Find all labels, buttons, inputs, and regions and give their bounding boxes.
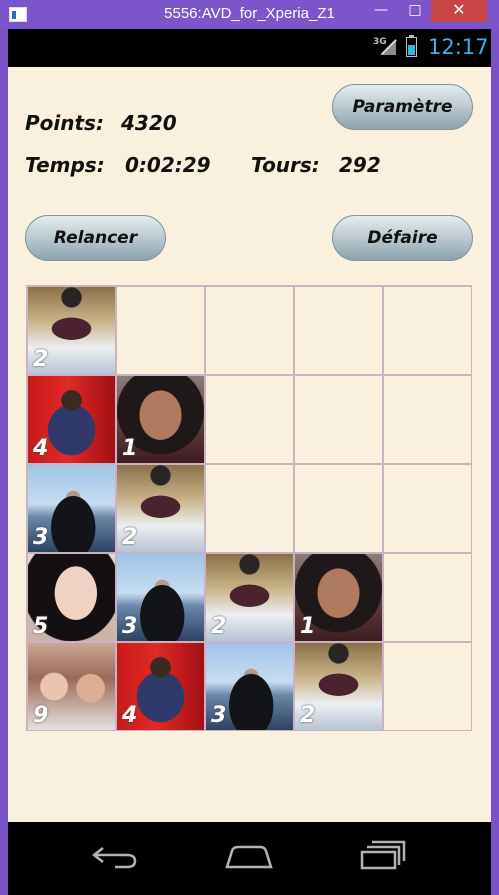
tile-value: 2 bbox=[211, 614, 227, 639]
board-tile[interactable]: 1 bbox=[295, 554, 382, 641]
board-tile[interactable]: 2 bbox=[117, 465, 204, 552]
board-cell-empty[interactable] bbox=[206, 287, 293, 374]
board-cell-empty[interactable] bbox=[295, 287, 382, 374]
board-cell-empty[interactable] bbox=[384, 465, 471, 552]
tile-value: 3 bbox=[33, 525, 49, 550]
tile-value: 2 bbox=[122, 525, 138, 550]
undo-button[interactable]: Défaire bbox=[332, 215, 473, 261]
tile-value: 3 bbox=[211, 703, 227, 728]
turns-label: Tours: bbox=[251, 153, 320, 177]
points-value: 4320 bbox=[121, 111, 177, 135]
turns-value: 292 bbox=[339, 153, 381, 177]
board-tile[interactable]: 1 bbox=[117, 376, 204, 463]
window-titlebar: 5556:AVD_for_Xperia_Z1 — □ ✕ bbox=[0, 0, 499, 29]
settings-button[interactable]: Paramètre bbox=[332, 84, 473, 130]
board-cell-empty[interactable] bbox=[295, 376, 382, 463]
tile-value: 1 bbox=[122, 436, 138, 461]
battery-icon bbox=[406, 35, 417, 57]
recents-icon[interactable] bbox=[360, 839, 408, 871]
board-tile[interactable]: 3 bbox=[117, 554, 204, 641]
board-cell-empty[interactable] bbox=[117, 287, 204, 374]
back-icon[interactable] bbox=[91, 842, 139, 872]
maximize-button[interactable]: □ bbox=[401, 0, 429, 22]
board-cell-empty[interactable] bbox=[206, 376, 293, 463]
tile-value: 2 bbox=[300, 703, 316, 728]
board-cell-empty[interactable] bbox=[384, 287, 471, 374]
board-tile[interactable]: 2 bbox=[206, 554, 293, 641]
game-screen: Points: 4320 Temps: 0:02:29 Tours: 292 P… bbox=[8, 67, 491, 822]
board-cell-empty[interactable] bbox=[295, 465, 382, 552]
board-tile[interactable]: 4 bbox=[28, 376, 115, 463]
board-tile[interactable]: 4 bbox=[117, 643, 204, 730]
tile-value: 3 bbox=[122, 614, 138, 639]
emulator-screen: 3G 12:17 Points: 4320 Temps: 0:02:29 Tou… bbox=[8, 29, 491, 895]
board-cell-empty[interactable] bbox=[384, 376, 471, 463]
restart-button[interactable]: Relancer bbox=[25, 215, 166, 261]
game-board: 2 4 1 3 2 5 3 2 1 9 4 3 2 bbox=[26, 285, 472, 731]
home-icon[interactable] bbox=[224, 841, 274, 871]
status-bar: 3G 12:17 bbox=[8, 29, 491, 67]
board-tile[interactable]: 2 bbox=[28, 287, 115, 374]
minimize-button[interactable]: — bbox=[367, 0, 395, 22]
time-value: 0:02:29 bbox=[125, 153, 211, 177]
board-tile[interactable]: 5 bbox=[28, 554, 115, 641]
tile-value: 1 bbox=[300, 614, 316, 639]
points-label: Points: bbox=[25, 111, 104, 135]
board-tile[interactable]: 3 bbox=[28, 465, 115, 552]
status-clock: 12:17 bbox=[428, 35, 489, 59]
tile-value: 4 bbox=[33, 436, 49, 461]
board-cell-empty[interactable] bbox=[384, 554, 471, 641]
board-tile[interactable]: 2 bbox=[295, 643, 382, 730]
board-cell-empty[interactable] bbox=[384, 643, 471, 730]
time-label: Temps: bbox=[25, 153, 105, 177]
tile-value: 4 bbox=[122, 703, 138, 728]
board-cell-empty[interactable] bbox=[206, 465, 293, 552]
tile-value: 9 bbox=[33, 703, 49, 728]
tile-value: 2 bbox=[33, 347, 49, 372]
close-button[interactable]: ✕ bbox=[431, 0, 487, 22]
board-tile[interactable]: 9 bbox=[28, 643, 115, 730]
board-tile[interactable]: 3 bbox=[206, 643, 293, 730]
tile-value: 5 bbox=[33, 614, 49, 639]
navigation-bar bbox=[8, 822, 491, 895]
